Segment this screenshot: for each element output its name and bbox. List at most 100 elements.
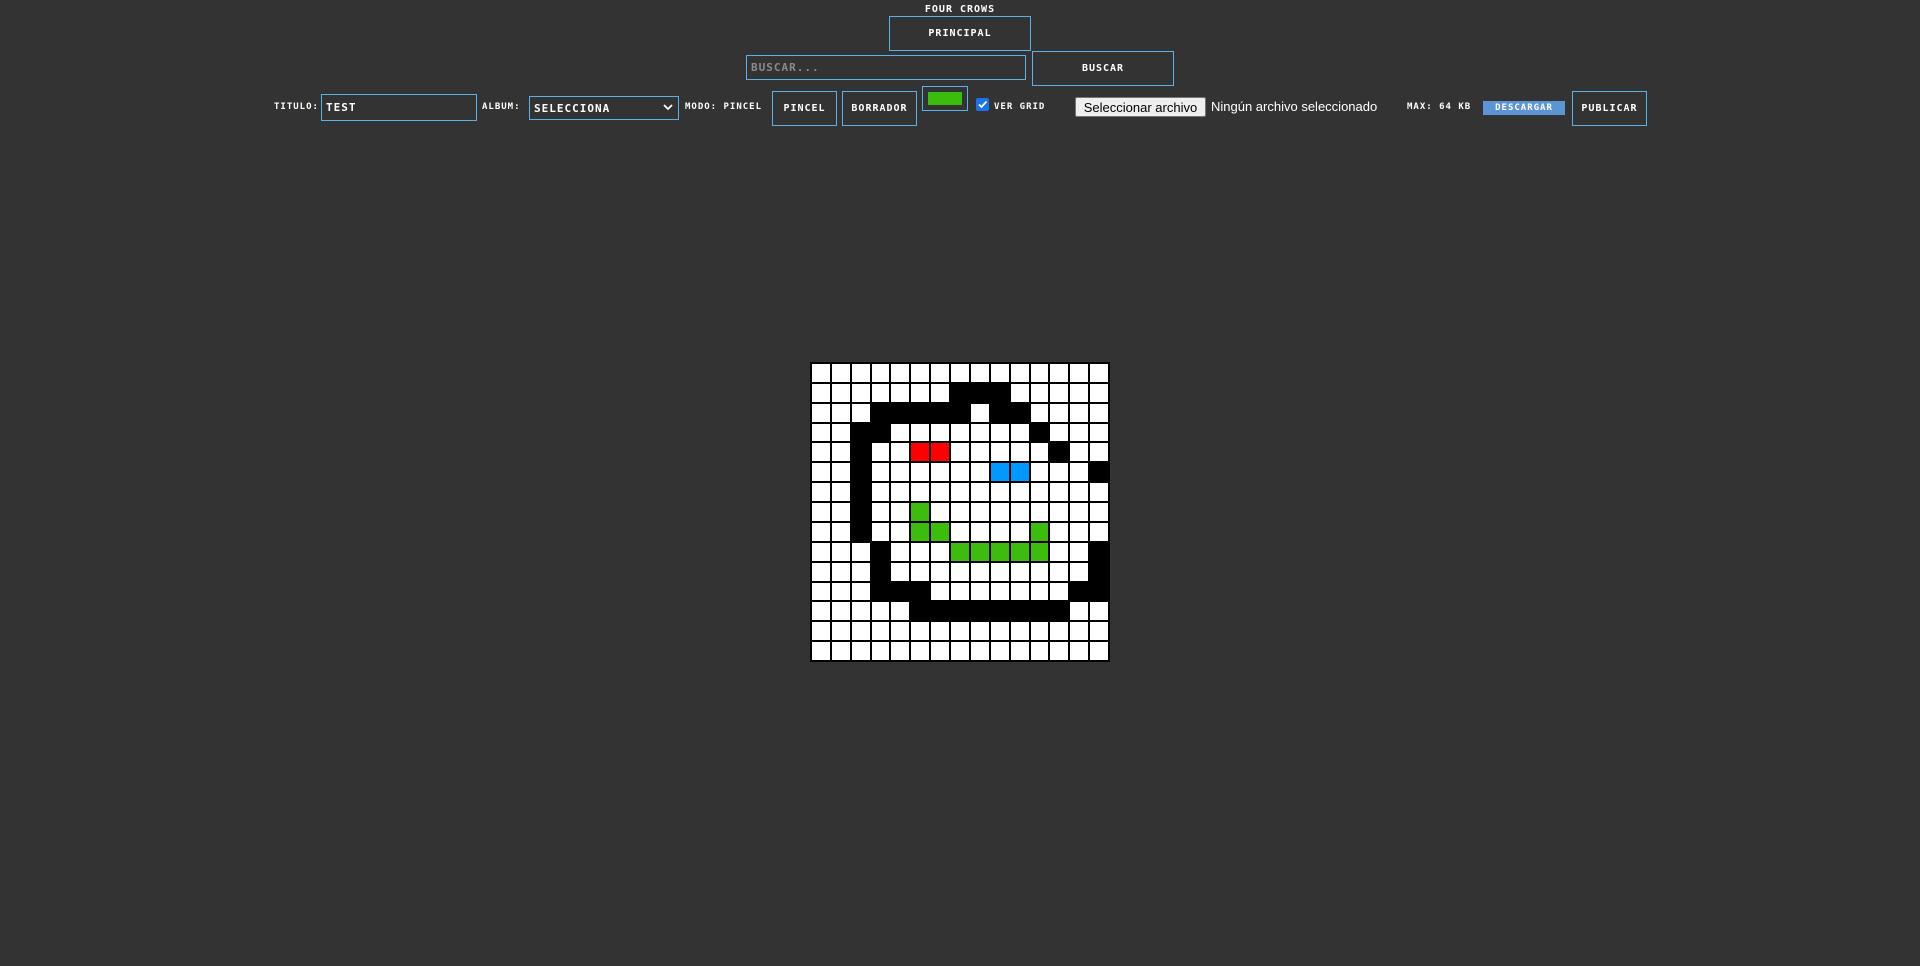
pixel-cell[interactable]	[931, 483, 950, 502]
pixel-cell[interactable]	[871, 403, 890, 422]
ver-grid-checkbox[interactable]	[976, 98, 989, 111]
pixel-cell[interactable]	[891, 622, 910, 641]
pixel-cell[interactable]	[1010, 562, 1029, 581]
color-picker[interactable]	[922, 86, 968, 111]
pixel-cell[interactable]	[831, 622, 850, 641]
pixel-cell[interactable]	[851, 443, 870, 462]
pixel-cell[interactable]	[1030, 582, 1049, 601]
pixel-cell[interactable]	[891, 602, 910, 621]
pixel-cell[interactable]	[931, 622, 950, 641]
pixel-cell[interactable]	[1010, 463, 1029, 482]
pixel-cell[interactable]	[831, 403, 850, 422]
pixel-cell[interactable]	[990, 522, 1009, 541]
pixel-cell[interactable]	[812, 602, 830, 621]
pixel-cell[interactable]	[1030, 542, 1049, 561]
pixel-cell[interactable]	[1010, 503, 1029, 521]
pixel-cell[interactable]	[1050, 602, 1069, 621]
pixel-cell[interactable]	[911, 403, 930, 422]
pixel-cell[interactable]	[911, 542, 930, 561]
pixel-cell[interactable]	[1030, 463, 1049, 482]
pixel-cell[interactable]	[990, 542, 1009, 561]
pixel-cell[interactable]	[831, 642, 850, 660]
pixel-cell[interactable]	[951, 602, 969, 621]
pixel-cell[interactable]	[1050, 383, 1069, 402]
pixel-cell[interactable]	[911, 642, 930, 660]
pixel-cell[interactable]	[990, 582, 1009, 601]
pixel-cell[interactable]	[851, 642, 870, 660]
pixel-cell[interactable]	[1090, 423, 1108, 442]
pixel-cell[interactable]	[970, 642, 989, 660]
pixel-cell[interactable]	[911, 622, 930, 641]
pixel-cell[interactable]	[851, 463, 870, 482]
pixel-cell[interactable]	[812, 642, 830, 660]
pixel-cell[interactable]	[871, 642, 890, 660]
pixel-cell[interactable]	[1050, 622, 1069, 641]
pixel-cell[interactable]	[871, 522, 890, 541]
pixel-cell[interactable]	[990, 364, 1009, 382]
pixel-cell[interactable]	[911, 483, 930, 502]
pixel-cell[interactable]	[891, 483, 910, 502]
pixel-cell[interactable]	[990, 423, 1009, 442]
pixel-cell[interactable]	[911, 522, 930, 541]
pixel-cell[interactable]	[970, 602, 989, 621]
borrador-button[interactable]: BORRADOR	[842, 91, 917, 126]
pixel-cell[interactable]	[812, 483, 830, 502]
pixel-cell[interactable]	[1010, 642, 1029, 660]
pixel-cell[interactable]	[1030, 642, 1049, 660]
pixel-cell[interactable]	[891, 403, 910, 422]
pixel-cell[interactable]	[871, 423, 890, 442]
pixel-cell[interactable]	[1030, 364, 1049, 382]
pixel-cell[interactable]	[871, 383, 890, 402]
pixel-cell[interactable]	[951, 562, 969, 581]
pixel-cell[interactable]	[951, 522, 969, 541]
pixel-cell[interactable]	[1070, 522, 1089, 541]
pixel-cell[interactable]	[891, 383, 910, 402]
pixel-cell[interactable]	[951, 443, 969, 462]
pixel-cell[interactable]	[1050, 403, 1069, 422]
pixel-cell[interactable]	[1030, 602, 1049, 621]
pixel-canvas[interactable]	[810, 362, 1110, 662]
pixel-cell[interactable]	[891, 503, 910, 521]
pixel-cell[interactable]	[831, 423, 850, 442]
pixel-cell[interactable]	[891, 582, 910, 601]
pixel-cell[interactable]	[1010, 403, 1029, 422]
pixel-cell[interactable]	[812, 383, 830, 402]
pixel-cell[interactable]	[812, 364, 830, 382]
pixel-cell[interactable]	[951, 642, 969, 660]
pixel-cell[interactable]	[1070, 443, 1089, 462]
pixel-cell[interactable]	[1050, 423, 1069, 442]
pixel-cell[interactable]	[911, 423, 930, 442]
pixel-cell[interactable]	[1010, 582, 1029, 601]
pixel-cell[interactable]	[1010, 542, 1029, 561]
pixel-cell[interactable]	[851, 483, 870, 502]
pixel-cell[interactable]	[851, 503, 870, 521]
pixel-cell[interactable]	[970, 443, 989, 462]
pixel-cell[interactable]	[990, 403, 1009, 422]
pixel-cell[interactable]	[851, 542, 870, 561]
pixel-cell[interactable]	[1070, 562, 1089, 581]
pixel-cell[interactable]	[851, 364, 870, 382]
pixel-cell[interactable]	[1090, 483, 1108, 502]
pixel-cell[interactable]	[1070, 423, 1089, 442]
pixel-cell[interactable]	[1050, 463, 1069, 482]
pixel-cell[interactable]	[812, 443, 830, 462]
pixel-cell[interactable]	[931, 423, 950, 442]
pixel-cell[interactable]	[970, 423, 989, 442]
pixel-cell[interactable]	[1070, 582, 1089, 601]
pixel-cell[interactable]	[831, 364, 850, 382]
pixel-cell[interactable]	[1090, 383, 1108, 402]
pixel-cell[interactable]	[812, 622, 830, 641]
pixel-cell[interactable]	[931, 443, 950, 462]
pixel-cell[interactable]	[1010, 443, 1029, 462]
pixel-cell[interactable]	[1010, 522, 1029, 541]
pixel-cell[interactable]	[871, 443, 890, 462]
pixel-cell[interactable]	[951, 582, 969, 601]
file-select-button[interactable]: Seleccionar archivo	[1075, 97, 1206, 117]
pixel-cell[interactable]	[812, 542, 830, 561]
pixel-cell[interactable]	[851, 403, 870, 422]
pixel-cell[interactable]	[1090, 642, 1108, 660]
pixel-cell[interactable]	[1070, 483, 1089, 502]
pixel-cell[interactable]	[931, 522, 950, 541]
pixel-cell[interactable]	[871, 562, 890, 581]
pixel-cell[interactable]	[851, 423, 870, 442]
